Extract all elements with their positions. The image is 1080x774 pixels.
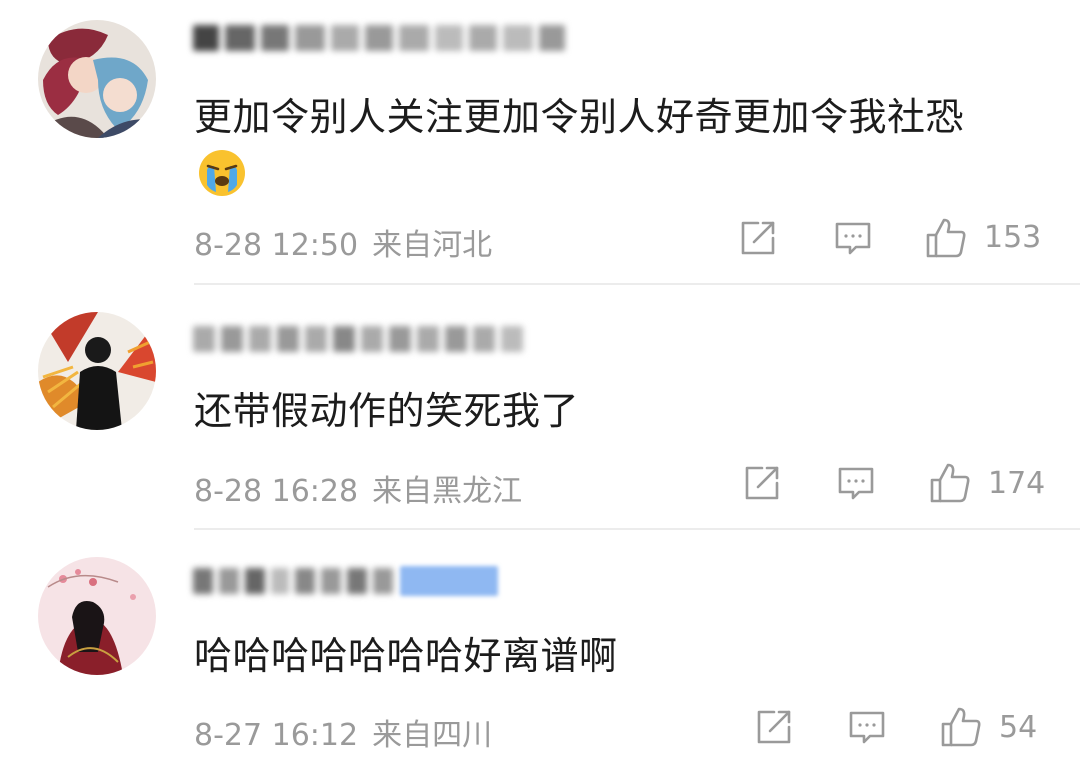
like-count: 174 [988,466,1046,501]
share-icon[interactable] [738,218,778,258]
like-count: 153 [984,220,1042,255]
user-badge-blurred [400,566,498,596]
comment-location: 来自黑龙江 [372,474,523,509]
thumbs-up-icon[interactable] [928,461,972,505]
comment-text: 更加令别人关注更加令别人好奇更加令我社恐 [194,95,965,139]
comment-location: 来自四川 [372,718,493,753]
comment-meta: 8-28 16:28 来自黑龙江 [194,466,536,510]
avatar[interactable] [38,20,156,138]
comment-item: 更加令别人关注更加令别人好奇更加令我社恐 8-28 12:50 来自河北 153 [0,0,1080,285]
username-blurred[interactable] [193,22,565,54]
comment-date: 8-27 16:12 [194,718,359,753]
thumbs-up-icon[interactable] [924,216,968,260]
comment-location: 来自河北 [372,228,493,263]
comment-date: 8-28 12:50 [194,228,359,263]
thumbs-up-icon[interactable] [939,705,983,749]
like-count: 54 [999,710,1038,745]
comment-meta: 8-27 16:12 来自四川 [194,710,506,754]
comment-item: 还带假动作的笑死我了 8-28 16:28 来自黑龙江 174 [0,285,1080,530]
comment-date: 8-28 16:28 [194,474,359,509]
username-blurred[interactable] [193,323,523,355]
avatar[interactable] [38,557,156,675]
avatar[interactable] [38,312,156,430]
comment-text: 哈哈哈哈哈哈哈好离谱啊 [194,634,618,678]
comment-icon[interactable] [836,463,876,503]
share-icon[interactable] [742,463,782,503]
crying-emoji-icon [196,146,248,198]
comment-item: 哈哈哈哈哈哈哈好离谱啊 8-27 16:12 来自四川 54 [0,530,1080,774]
username-blurred[interactable] [193,565,393,597]
comment-text: 还带假动作的笑死我了 [194,389,580,433]
comment-icon[interactable] [847,707,887,747]
comment-icon[interactable] [833,218,873,258]
share-icon[interactable] [754,707,794,747]
comment-meta: 8-28 12:50 来自河北 [194,220,506,264]
